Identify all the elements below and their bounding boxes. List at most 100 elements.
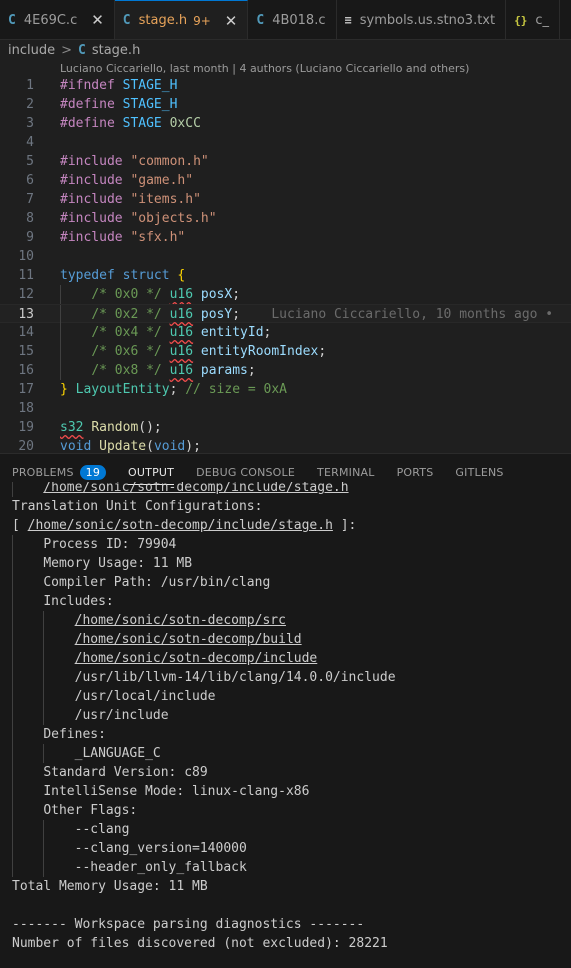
token: STAGE_H: [122, 97, 178, 112]
output-line: IntelliSense Mode: linux-clang-x86: [0, 782, 571, 801]
output-line: /usr/local/include: [0, 687, 571, 706]
tab-4e69c[interactable]: C 4E69C.c ✕: [0, 0, 115, 39]
token: #ifndef: [60, 78, 115, 93]
indent-guide: [12, 482, 13, 497]
breadcrumb-file[interactable]: stage.h: [92, 43, 140, 58]
indent-guide: [12, 649, 13, 668]
tab-label: TERMINAL: [317, 465, 375, 479]
output-line: Defines:: [0, 725, 571, 744]
tab-label: PROBLEMS: [12, 465, 74, 479]
inline-blame[interactable]: Luciano Ciccariello, 10 months ago •: [271, 307, 553, 322]
indent-guide: [43, 706, 44, 725]
code-line: 7 #include "items.h": [0, 190, 571, 209]
tab-label: stage.h: [138, 13, 188, 28]
indent-guide: [43, 649, 44, 668]
line-number: 3: [26, 116, 34, 131]
output-log[interactable]: /home/sonic/sotn-decomp/include/stage.h …: [0, 482, 571, 968]
output-line: /home/sonic/sotn-decomp/build: [0, 630, 571, 649]
code-line: 4: [0, 133, 571, 152]
token: ();: [138, 420, 162, 435]
token: posY: [200, 307, 233, 322]
token: ;: [169, 382, 178, 397]
tab-label: 4B018.c: [272, 12, 326, 28]
line-number: 18: [18, 401, 34, 416]
indent-guide: [12, 611, 13, 630]
token: /* 0x8 */: [91, 363, 162, 378]
output-text: _LANGUAGE_C: [74, 746, 161, 761]
tab-c-json[interactable]: {} c_: [506, 0, 560, 39]
output-line: /home/sonic/sotn-decomp/include/stage.h: [0, 482, 571, 497]
file-link[interactable]: /home/sonic/sotn-decomp/src: [75, 613, 286, 628]
output-text: Compiler Path: /usr/bin/clang: [43, 575, 271, 590]
c-file-icon: C: [122, 13, 131, 28]
code-line: 19 s32 Random();: [0, 418, 571, 437]
output-line: Memory Usage: 11 MB: [0, 554, 571, 573]
output-text: /usr/include: [74, 708, 169, 723]
problems-count-badge: 19: [79, 464, 107, 480]
token: #include: [60, 230, 123, 245]
tab-label: PORTS: [396, 465, 434, 479]
line-number: 13: [18, 307, 34, 322]
line-number: 20: [18, 439, 34, 453]
line-number: 14: [18, 325, 34, 340]
token: u16: [169, 344, 194, 359]
file-link[interactable]: /home/sonic/sotn-decomp/include/stage.h: [28, 518, 333, 533]
line-number: 4: [26, 135, 34, 150]
tab-label: symbols.us.stno3.txt: [359, 12, 496, 28]
token: (: [146, 439, 154, 453]
code-line: 5 #include "common.h": [0, 152, 571, 171]
token: {: [177, 268, 186, 283]
file-link[interactable]: /home/sonic/sotn-decomp/build: [75, 632, 302, 647]
code-editor[interactable]: 1 #ifndef STAGE_H 2 #define STAGE_H 3 #defi…: [0, 76, 571, 453]
close-icon[interactable]: ✕: [91, 11, 104, 29]
output-line: /home/sonic/sotn-decomp/include: [0, 649, 571, 668]
token: STAGE_H: [122, 78, 178, 93]
output-line: /usr/include: [0, 706, 571, 725]
line-number: 11: [18, 268, 34, 283]
line-number: 9: [26, 230, 34, 245]
code-line: 1 #ifndef STAGE_H: [0, 76, 571, 95]
problems-count-badge: 9+: [193, 13, 211, 28]
indent-guide: [12, 573, 13, 592]
indent-guide: [43, 744, 44, 763]
line-number: 6: [26, 173, 34, 188]
token: STAGE: [122, 116, 162, 131]
output-text: --clang_version=140000: [74, 841, 247, 856]
output-line: --clang: [0, 820, 571, 839]
breadcrumb-folder[interactable]: include: [8, 43, 55, 58]
tab-label: DEBUG CONSOLE: [196, 465, 296, 479]
indent-guide: [12, 782, 13, 801]
output-line: _LANGUAGE_C: [0, 744, 571, 763]
token: /* 0x6 */: [91, 344, 162, 359]
file-link[interactable]: /home/sonic/sotn-decomp/include/stage.h: [43, 482, 348, 495]
token: Random: [91, 420, 139, 435]
indent-guide: [12, 630, 13, 649]
tab-4b018[interactable]: C 4B018.c: [248, 0, 337, 39]
code-line: 11 typedef struct {: [0, 266, 571, 285]
token: "game.h": [130, 173, 194, 188]
indent-guide: [12, 725, 13, 744]
token: );: [185, 439, 201, 453]
token: #include: [60, 192, 123, 207]
output-text: /usr/lib/llvm-14/lib/clang/14.0.0/includ…: [74, 670, 396, 685]
output-line: Compiler Path: /usr/bin/clang: [0, 573, 571, 592]
token: typedef: [60, 268, 115, 283]
tab-stage-h[interactable]: C stage.h 9+ ✕: [114, 0, 249, 39]
c-file-icon: C: [8, 12, 16, 28]
tab-symbols[interactable]: ≡ symbols.us.stno3.txt: [337, 0, 507, 39]
indent-guide: [43, 630, 44, 649]
indent-guide: [43, 668, 44, 687]
code-line: 20 void Update(void);: [0, 437, 571, 453]
line-number: 12: [18, 287, 34, 302]
codelens-blame[interactable]: Luciano Ciccariello, last month | 4 auth…: [60, 61, 469, 77]
line-number: 5: [26, 154, 34, 169]
token: 0xCC: [169, 116, 201, 131]
output-text: --clang: [74, 822, 130, 837]
close-icon[interactable]: ✕: [225, 12, 238, 30]
editor-tab-bar: C 4E69C.c ✕ C stage.h 9+ ✕ C 4B018.c ≡ s…: [0, 0, 571, 40]
file-link[interactable]: /home/sonic/sotn-decomp/include: [75, 651, 318, 666]
token: #define: [60, 116, 115, 131]
output-line: --header_only_fallback: [0, 858, 571, 877]
output-text: ]:: [332, 518, 357, 533]
